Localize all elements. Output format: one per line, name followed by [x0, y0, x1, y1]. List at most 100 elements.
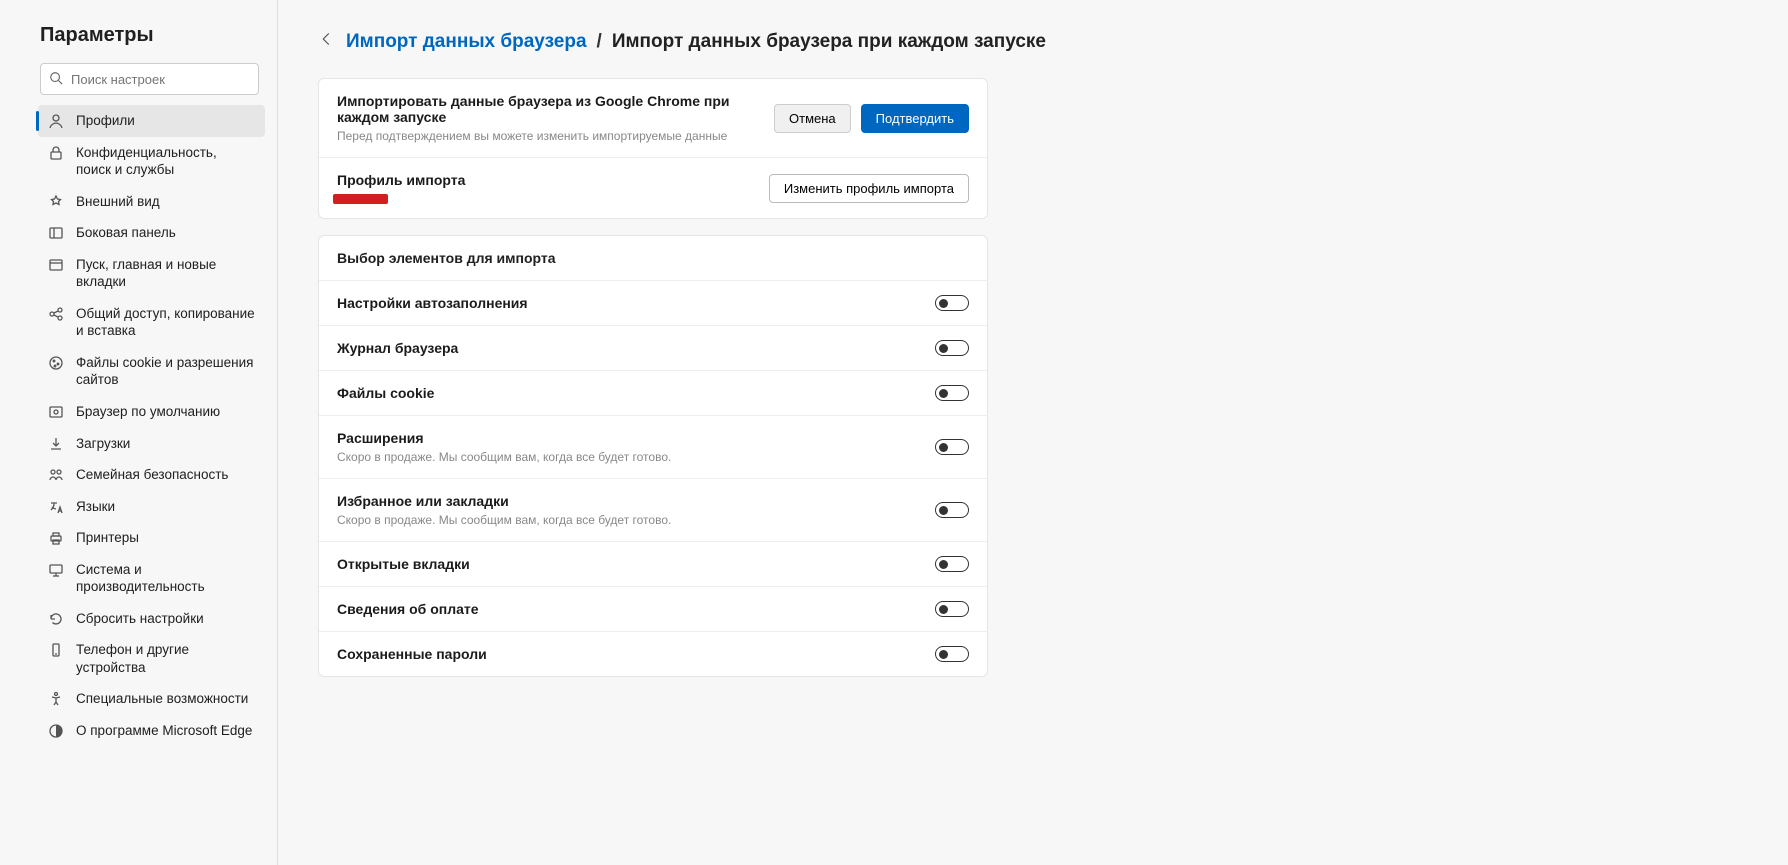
cookie-icon: [48, 355, 64, 371]
sidebar-item-label: Профили: [76, 112, 255, 130]
breadcrumb: Импорт данных браузера / Импорт данных б…: [318, 30, 1748, 54]
import-item-row: Открытые вкладки: [319, 542, 987, 587]
search-input[interactable]: [71, 72, 250, 87]
sidebar-item-lang[interactable]: Языки: [38, 491, 265, 523]
import-item-sub: Скоро в продаже. Мы сообщим вам, когда в…: [337, 450, 919, 464]
phone-icon: [48, 642, 64, 658]
import-title: Импортировать данные браузера из Google …: [337, 93, 758, 125]
sidebar-item-label: Внешний вид: [76, 193, 255, 211]
import-item-title: Избранное или закладки: [337, 493, 919, 509]
import-item-row: Расширения Скоро в продаже. Мы сообщим ва…: [319, 416, 987, 479]
import-profile-row: Профиль импорта Изменить профиль импорта: [319, 158, 987, 218]
import-item-title: Расширения: [337, 430, 919, 446]
sidebar-item-accessibility[interactable]: Специальные возможности: [38, 683, 265, 715]
sidebar-item-profile[interactable]: Профили: [38, 105, 265, 137]
system-icon: [48, 562, 64, 578]
sidebar-item-lock[interactable]: Конфиденциальность, поиск и службы: [38, 137, 265, 186]
import-item-sub: Скоро в продаже. Мы сообщим вам, когда в…: [337, 513, 919, 527]
select-items-header: Выбор элементов для импорта: [319, 236, 987, 281]
sidebar-item-label: Принтеры: [76, 529, 255, 547]
main-content: Импорт данных браузера / Импорт данных б…: [278, 0, 1788, 865]
about-icon: [48, 723, 64, 739]
import-sub: Перед подтверждением вы можете изменить …: [337, 129, 758, 143]
sidebar-item-label: Общий доступ, копирование и вставка: [76, 305, 255, 340]
import-item-row: Сведения об оплате: [319, 587, 987, 632]
sidebar-item-printer[interactable]: Принтеры: [38, 522, 265, 554]
sidebar-item-cookie[interactable]: Файлы cookie и разрешения сайтов: [38, 347, 265, 396]
sidebar-item-label: Языки: [76, 498, 255, 516]
import-item-toggle[interactable]: [935, 295, 969, 311]
import-item-toggle[interactable]: [935, 439, 969, 455]
profile-title: Профиль импорта: [337, 172, 753, 188]
sidebar-item-start[interactable]: Пуск, главная и новые вкладки: [38, 249, 265, 298]
family-icon: [48, 467, 64, 483]
sidebar-item-about[interactable]: О программе Microsoft Edge: [38, 715, 265, 747]
accessibility-icon: [48, 691, 64, 707]
sidebar-item-default-browser[interactable]: Браузер по умолчанию: [38, 396, 265, 428]
reset-icon: [48, 611, 64, 627]
import-item-row: Избранное или закладки Скоро в продаже. М…: [319, 479, 987, 542]
printer-icon: [48, 530, 64, 546]
sidebar-item-sidepanel[interactable]: Боковая панель: [38, 217, 265, 249]
import-item-title: Сведения об оплате: [337, 601, 919, 617]
sidebar-item-label: Конфиденциальность, поиск и службы: [76, 144, 255, 179]
select-items-panel: Выбор элементов для импорта Настройки ав…: [318, 235, 988, 677]
sidebar-item-download[interactable]: Загрузки: [38, 428, 265, 460]
sidebar-item-label: Семейная безопасность: [76, 466, 255, 484]
sidebar-item-label: Боковая панель: [76, 224, 255, 242]
profile-icon: [48, 113, 64, 129]
sidebar-item-label: Файлы cookie и разрешения сайтов: [76, 354, 255, 389]
sidebar-item-label: Браузер по умолчанию: [76, 403, 255, 421]
search-box[interactable]: [40, 63, 259, 95]
import-item-toggle[interactable]: [935, 385, 969, 401]
sidebar-item-system[interactable]: Система и производительность: [38, 554, 265, 603]
share-icon: [48, 306, 64, 322]
import-item-toggle[interactable]: [935, 556, 969, 572]
import-header-row: Импортировать данные браузера из Google …: [319, 79, 987, 158]
sidebar-item-phone[interactable]: Телефон и другие устройства: [38, 634, 265, 683]
import-item-row: Настройки автозаполнения: [319, 281, 987, 326]
cancel-button[interactable]: Отмена: [774, 104, 851, 133]
lock-icon: [48, 145, 64, 161]
sidebar-item-label: Пуск, главная и новые вкладки: [76, 256, 255, 291]
import-item-toggle[interactable]: [935, 646, 969, 662]
sidebar-item-share[interactable]: Общий доступ, копирование и вставка: [38, 298, 265, 347]
lang-icon: [48, 499, 64, 515]
sidebar-item-appearance[interactable]: Внешний вид: [38, 186, 265, 218]
breadcrumb-link[interactable]: Импорт данных браузера: [346, 31, 587, 53]
import-item-row: Файлы cookie: [319, 371, 987, 416]
sidebar-item-label: Специальные возможности: [76, 690, 255, 708]
breadcrumb-current: Импорт данных браузера при каждом запуск…: [612, 31, 1046, 53]
start-icon: [48, 257, 64, 273]
import-item-toggle[interactable]: [935, 502, 969, 518]
appearance-icon: [48, 194, 64, 210]
confirm-button[interactable]: Подтвердить: [861, 104, 969, 133]
redacted-profile-name: [337, 194, 387, 204]
default-browser-icon: [48, 404, 64, 420]
sidebar-item-label: Система и производительность: [76, 561, 255, 596]
import-item-title: Сохраненные пароли: [337, 646, 919, 662]
sidebar-item-reset[interactable]: Сбросить настройки: [38, 603, 265, 635]
import-item-toggle[interactable]: [935, 340, 969, 356]
import-item-row: Журнал браузера: [319, 326, 987, 371]
search-icon: [49, 71, 71, 88]
change-profile-button[interactable]: Изменить профиль импорта: [769, 174, 969, 203]
breadcrumb-sep: /: [597, 31, 602, 53]
sidebar-item-label: Загрузки: [76, 435, 255, 453]
import-item-title: Файлы cookie: [337, 385, 919, 401]
sidebar-item-family[interactable]: Семейная безопасность: [38, 459, 265, 491]
import-item-title: Настройки автозаполнения: [337, 295, 919, 311]
sidebar-title: Параметры: [0, 24, 277, 63]
sidepanel-icon: [48, 225, 64, 241]
back-button[interactable]: [318, 30, 336, 54]
import-item-row: Сохраненные пароли: [319, 632, 987, 676]
import-item-title: Журнал браузера: [337, 340, 919, 356]
sidebar-item-label: О программе Microsoft Edge: [76, 722, 255, 740]
sidebar-item-label: Сбросить настройки: [76, 610, 255, 628]
sidebar-item-label: Телефон и другие устройства: [76, 641, 255, 676]
import-item-toggle[interactable]: [935, 601, 969, 617]
sidebar-nav: Профили Конфиденциальность, поиск и служб…: [0, 105, 277, 747]
download-icon: [48, 436, 64, 452]
import-item-title: Открытые вкладки: [337, 556, 919, 572]
settings-sidebar: Параметры Профили Конфиденциальность, пои…: [0, 0, 278, 865]
